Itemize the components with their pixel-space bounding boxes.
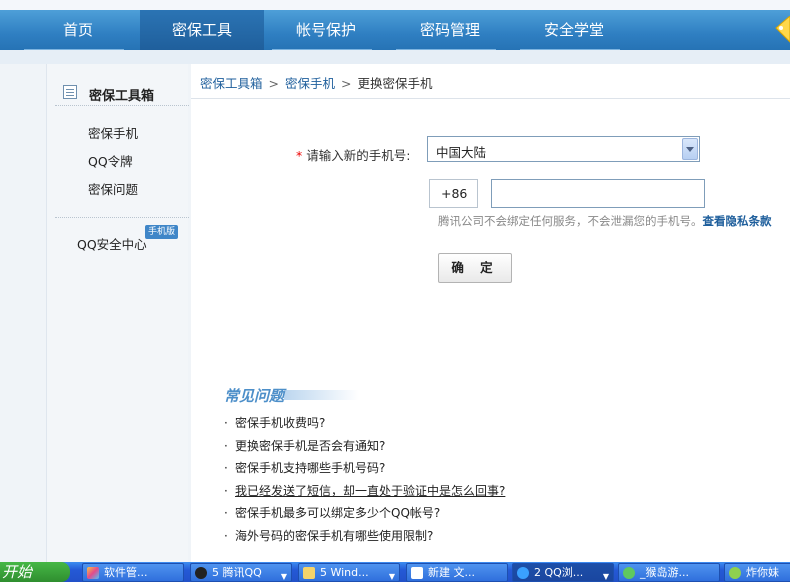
faq-item-text: 密保手机最多可以绑定多少个QQ帐号? xyxy=(235,506,441,521)
sidebar-header: 密保工具箱 xyxy=(55,78,189,106)
faq-item[interactable]: · 海外号码的密保手机有哪些使用限制? xyxy=(224,527,505,550)
nav-security-school[interactable]: 安全学堂 xyxy=(512,10,636,50)
taskbar-button[interactable]: 5 Wind... ▼ xyxy=(298,563,400,582)
breadcrumb-separator: > xyxy=(268,76,279,91)
nav-security-tools[interactable]: 密保工具 xyxy=(140,10,264,50)
taskbar: 开始 软件管... 5 腾讯QQ ▼ 5 Wind... ▼ 新建 文... 2 Q… xyxy=(0,562,790,582)
faq-item-text: 更换密保手机是否会有通知? xyxy=(235,438,386,453)
document-icon xyxy=(411,567,423,579)
breadcrumb: 密保工具箱 > 密保手机 > 更换密保手机 xyxy=(191,64,790,99)
folder-icon xyxy=(303,567,315,579)
faq-item[interactable]: · 更换密保手机是否会有通知? xyxy=(224,437,505,460)
confirm-button[interactable]: 确 定 xyxy=(438,253,512,283)
phone-label: * 请输入新的手机号: xyxy=(296,145,410,164)
faq-heading-decoration xyxy=(284,390,359,400)
faq-item[interactable]: · 密保手机收费吗? xyxy=(224,414,505,437)
browser-icon xyxy=(517,567,529,579)
breadcrumb-link-toolbox[interactable]: 密保工具箱 xyxy=(200,76,263,91)
main-nav: 首页 密保工具 帐号保护 密码管理 安全学堂 xyxy=(16,10,636,50)
region-select-value: 中国大陆 xyxy=(436,145,487,160)
breadcrumb-link-security-phone[interactable]: 密保手机 xyxy=(285,76,335,91)
taskbar-button[interactable]: 炸你妹 xyxy=(724,563,790,582)
taskbar-button[interactable]: 5 腾讯QQ ▼ xyxy=(190,563,292,582)
nav-home[interactable]: 首页 xyxy=(16,10,140,50)
phone-number-input[interactable] xyxy=(491,179,705,208)
sidebar-item-qq-safety-center[interactable]: QQ安全中心 xyxy=(77,234,147,253)
privacy-hint-text: 腾讯公司不会绑定任何服务，不会泄漏您的手机号。 xyxy=(438,214,703,228)
privacy-policy-link[interactable]: 查看隐私条款 xyxy=(703,214,772,228)
nav-label: 密保工具 xyxy=(171,21,232,39)
chevron-down-icon[interactable] xyxy=(682,138,698,160)
nav-label: 首页 xyxy=(62,21,93,39)
nav-password-management[interactable]: 密码管理 xyxy=(388,10,512,50)
game-icon xyxy=(729,567,741,579)
nav-label: 密码管理 xyxy=(419,21,480,39)
taskbar-button[interactable]: 新建 文... xyxy=(406,563,508,582)
toolbox-icon xyxy=(63,85,77,99)
main-content: 密保工具箱 > 密保手机 > 更换密保手机 * 请输入新的手机号: 中国大陆 +86 腾讯… xyxy=(191,64,790,562)
faq-item[interactable]: · 密保手机支持哪些手机号码? xyxy=(224,459,505,482)
nav-label: 安全学堂 xyxy=(543,21,604,39)
privacy-hint: 腾讯公司不会绑定任何服务，不会泄漏您的手机号。查看隐私条款 xyxy=(438,213,772,229)
faq-item[interactable]: · 密保手机最多可以绑定多少个QQ帐号? xyxy=(224,504,505,527)
breadcrumb-separator: > xyxy=(341,76,352,91)
required-mark: * xyxy=(296,148,303,163)
ie-icon xyxy=(623,567,635,579)
country-code-field: +86 xyxy=(429,179,478,208)
nav-account-protection[interactable]: 帐号保护 xyxy=(264,10,388,50)
faq-item-text: 密保手机收费吗? xyxy=(235,416,326,430)
taskbar-button[interactable]: _猴岛游... xyxy=(618,563,720,582)
taskbar-button[interactable]: 软件管... xyxy=(82,563,184,582)
top-strip xyxy=(0,0,790,10)
sidebar-divider xyxy=(55,217,189,218)
app-icon xyxy=(87,567,99,579)
sidebar-item-qq-token[interactable]: QQ令牌 xyxy=(88,151,133,170)
nav-label: 帐号保护 xyxy=(295,21,356,39)
faq-list: · 密保手机收费吗? · 更换密保手机是否会有通知? · 密保手机支持哪些手机号码? … xyxy=(224,414,505,550)
faq-title: 常见问题 xyxy=(224,387,285,405)
top-nav-bar: 首页 密保工具 帐号保护 密码管理 安全学堂 xyxy=(0,0,790,50)
taskbar-button[interactable]: 2 QQ浏... ▼ xyxy=(512,563,614,582)
phone-label-text: 请输入新的手机号: xyxy=(306,148,411,163)
faq-item-text: 密保手机支持哪些手机号码? xyxy=(235,461,386,476)
corner-sparkle-icon xyxy=(775,16,790,43)
faq-heading: 常见问题 xyxy=(224,385,359,405)
qq-icon xyxy=(195,567,207,579)
sidebar-item-security-question[interactable]: 密保问题 xyxy=(88,179,138,198)
breadcrumb-current: 更换密保手机 xyxy=(357,76,433,91)
faq-item[interactable]: · 我已经发送了短信，却一直处于验证中是怎么回事? xyxy=(224,482,505,505)
mobile-version-badge: 手机版 xyxy=(145,225,178,239)
sidebar-item-security-phone[interactable]: 密保手机 xyxy=(88,123,138,142)
sidebar: 密保工具箱 密保手机 QQ令牌 密保问题 QQ安全中心 手机版 xyxy=(46,64,189,562)
region-select[interactable]: 中国大陆 xyxy=(427,136,700,162)
sidebar-title: 密保工具箱 xyxy=(89,89,155,104)
faq-item-text: 海外号码的密保手机有哪些使用限制? xyxy=(235,528,434,543)
sub-band xyxy=(0,50,790,64)
faq-item-text: 我已经发送了短信，却一直处于验证中是怎么回事? xyxy=(235,483,506,498)
start-button[interactable]: 开始 xyxy=(0,562,70,582)
